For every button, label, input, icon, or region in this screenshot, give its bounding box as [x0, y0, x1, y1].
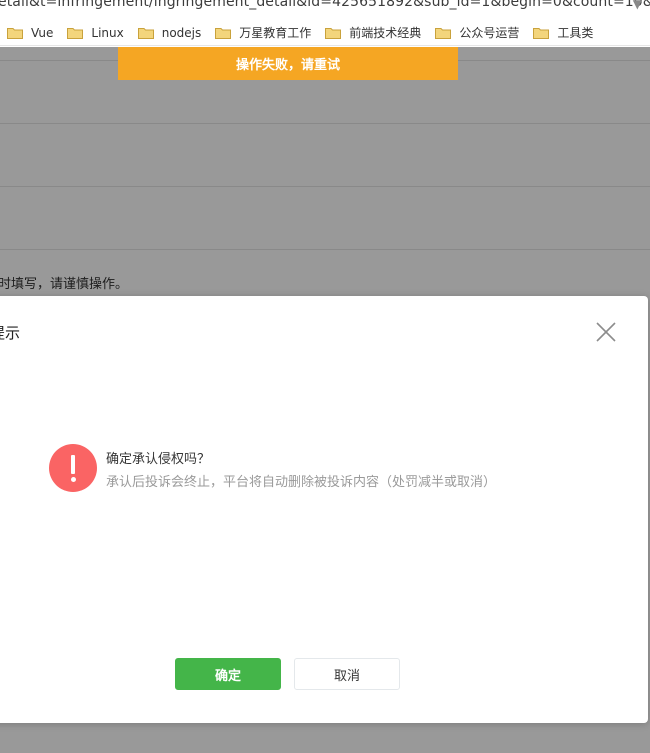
bookmark-vue[interactable]: Vue [7, 26, 53, 40]
bookmark-frontend[interactable]: 前端技术经典 [325, 24, 421, 41]
dialog-message-desc: 承认后投诉会终止，平台将自动删除被投诉内容（处罚减半或取消） [106, 475, 497, 490]
warning-icon [49, 444, 97, 492]
cancel-button[interactable]: 取消 [294, 658, 400, 690]
bookmark-label: Vue [31, 25, 54, 40]
error-toast: 操作失败，请重试 [118, 47, 458, 80]
toast-message: 操作失败，请重试 [235, 58, 340, 73]
confirm-button[interactable]: 确定 [175, 658, 281, 690]
bookmark-official-account[interactable]: 公众号运营 [435, 24, 519, 41]
bookmarks-bar: Vue Linux nodejs 万星教育工作 前端技术经典 公众号运营 工具类 [0, 20, 650, 46]
bookmark-tools[interactable]: 工具类 [533, 24, 593, 41]
dialog-title: 提示 [0, 324, 21, 342]
folder-icon [137, 27, 154, 39]
bookmark-label: 公众号运营 [459, 26, 520, 40]
bookmark-label: nodejs [161, 25, 202, 40]
dropdown-arrow-icon[interactable]: ▼ [633, 0, 642, 11]
bookmark-label: Linux [91, 25, 124, 40]
folder-icon [325, 27, 342, 39]
confirm-dialog: 提示 确定承认侵权吗？ 承认后投诉会终止，平台将自动删除被投诉内容（处罚减半或取… [0, 296, 648, 723]
address-bar[interactable]: etail&t=infringement/ingringement_detail… [0, 0, 650, 18]
close-icon[interactable] [594, 320, 618, 344]
folder-icon [435, 27, 452, 39]
folder-icon [7, 27, 23, 39]
bookmark-label: 工具类 [557, 26, 594, 40]
folder-icon [67, 27, 84, 39]
folder-icon [533, 27, 550, 39]
bookmark-linux[interactable]: Linux [67, 25, 124, 40]
url-text: etail&t=infringement/ingringement_detail… [0, 0, 650, 10]
folder-icon [215, 27, 232, 39]
bookmark-wanxing[interactable]: 万星教育工作 [215, 24, 311, 41]
dialog-message-title: 确定承认侵权吗？ [106, 452, 211, 467]
bookmark-label: 万星教育工作 [239, 26, 312, 40]
bookmark-label: 前端技术经典 [349, 26, 422, 40]
bookmark-nodejs[interactable]: nodejs [137, 25, 202, 40]
